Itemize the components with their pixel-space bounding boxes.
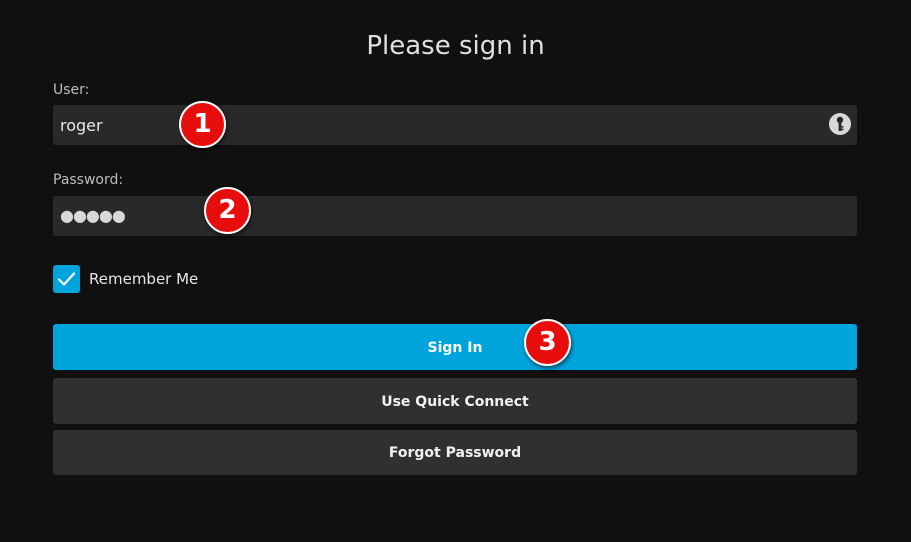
user-label: User: <box>53 82 90 98</box>
page-title: Please sign in <box>366 31 545 61</box>
checkmark-icon <box>57 272 76 286</box>
user-input[interactable] <box>53 105 813 145</box>
callout-badge-2: 2 <box>204 187 251 234</box>
forgot-password-button[interactable]: Forgot Password <box>53 430 857 475</box>
password-label: Password: <box>53 172 124 188</box>
remember-me-label[interactable]: Remember Me <box>89 270 198 288</box>
callout-badge-1: 1 <box>179 101 226 148</box>
user-field-container <box>53 105 857 145</box>
password-field[interactable]: ●●●●● <box>53 196 857 236</box>
password-masked-value: ●●●●● <box>60 206 126 225</box>
key-icon[interactable] <box>829 113 851 135</box>
sign-in-page: Please sign in User: Password: ●●●●● Rem… <box>0 0 911 542</box>
quick-connect-button[interactable]: Use Quick Connect <box>53 378 857 424</box>
sign-in-button[interactable]: Sign In <box>53 324 857 370</box>
callout-badge-3: 3 <box>524 319 571 366</box>
remember-me-checkbox[interactable] <box>53 265 80 293</box>
